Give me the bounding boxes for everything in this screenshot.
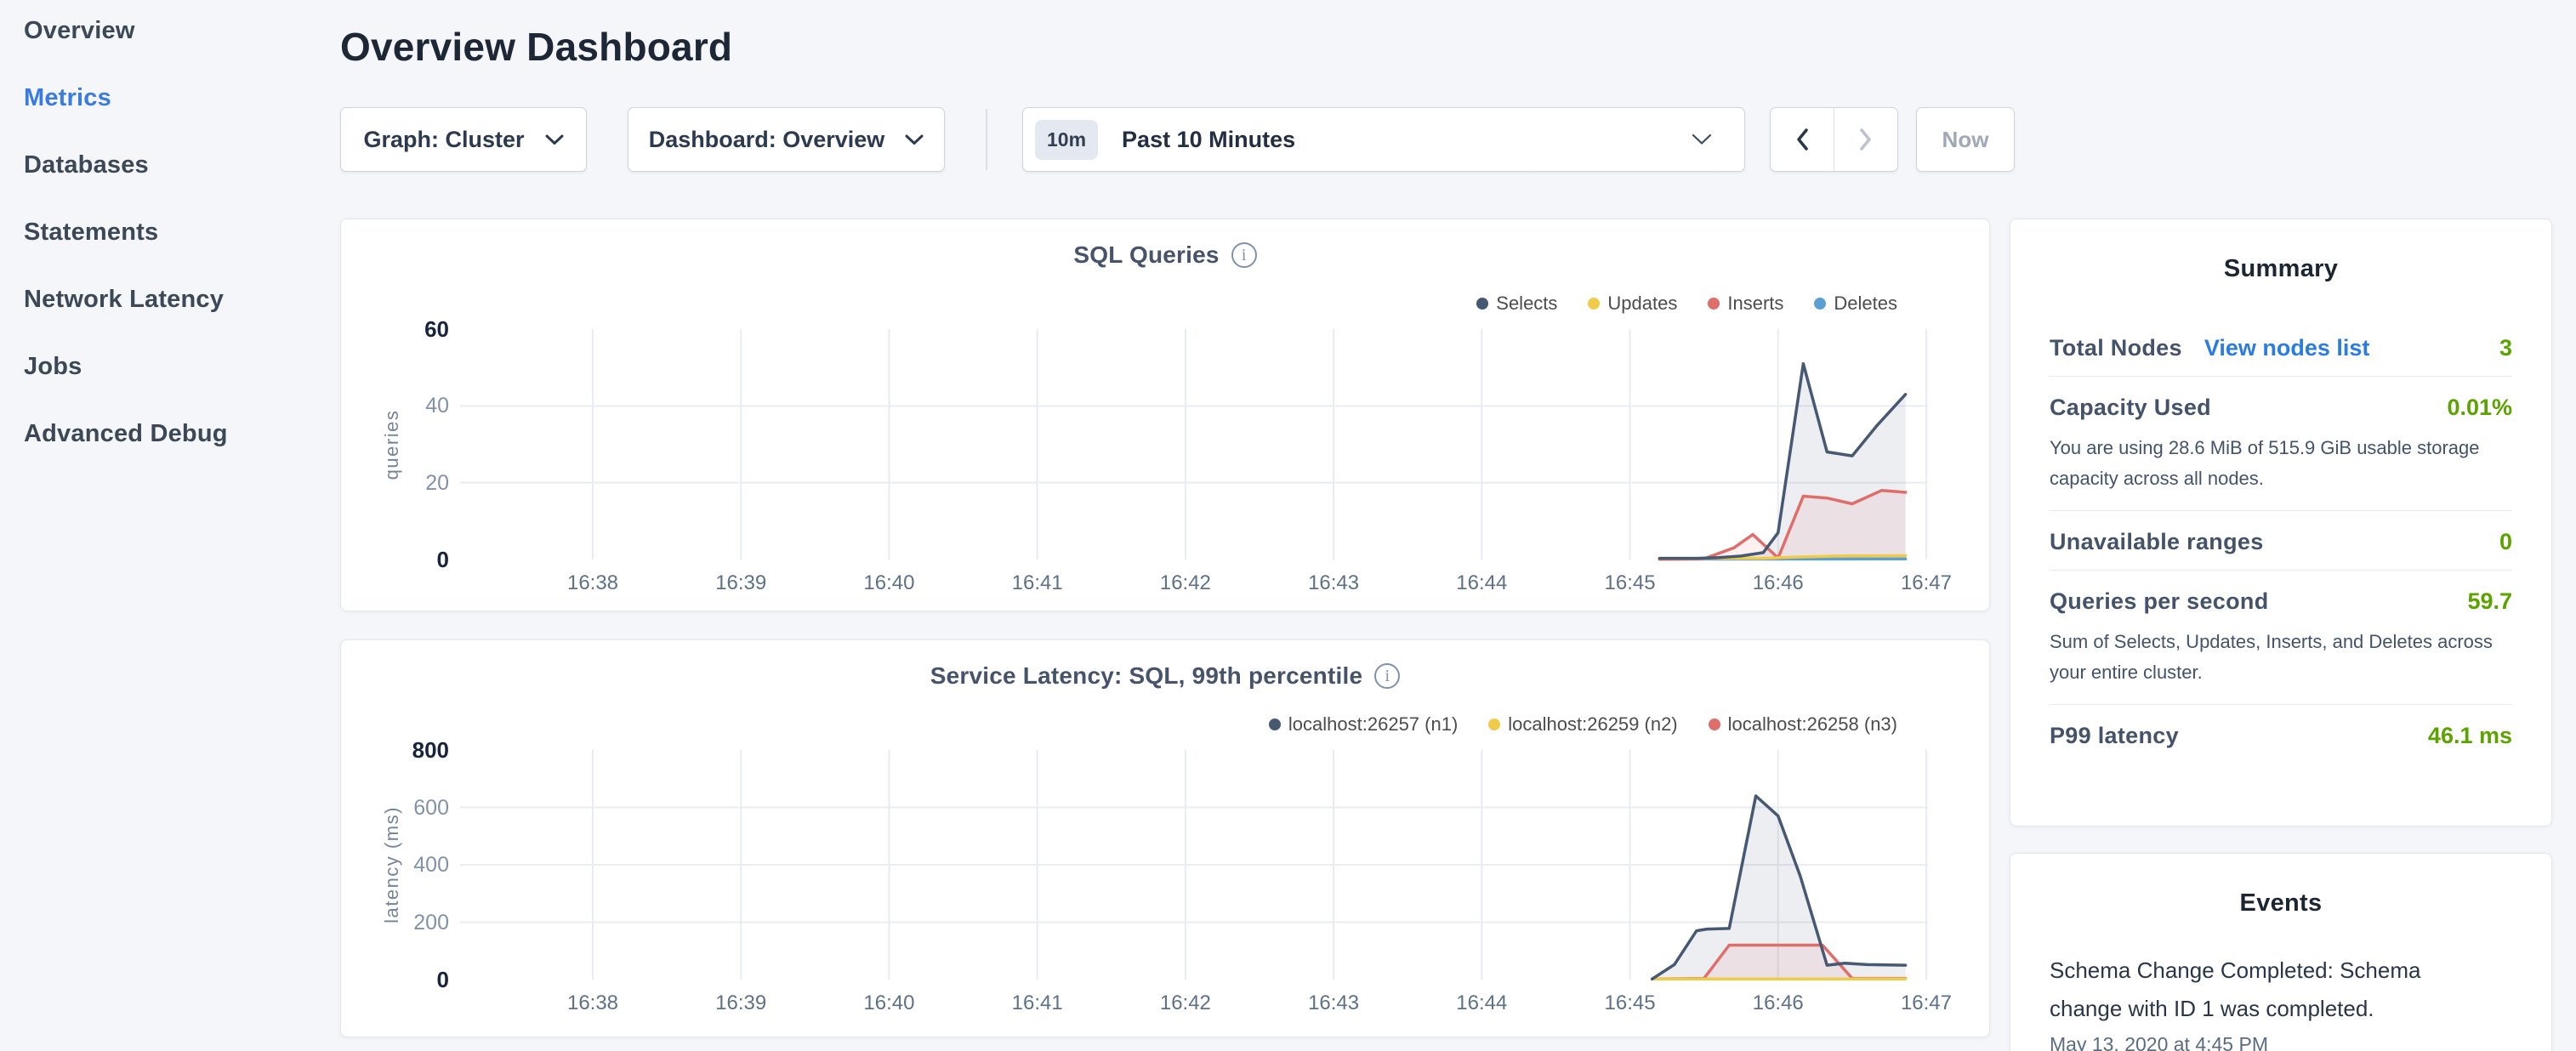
- app-root: Overview Metrics Databases Statements Networ…: [0, 0, 2576, 1051]
- time-range-label: Past 10 Minutes: [1122, 127, 1295, 153]
- dashboard-dropdown[interactable]: Dashboard: Overview: [628, 107, 945, 172]
- summary-value: 59.7: [2467, 588, 2512, 615]
- events-list: Schema Change Completed: Schema change w…: [2050, 952, 2512, 1051]
- chevron-down-icon: [545, 134, 564, 145]
- chart-card-0: SQL Queries SelectsUpdatesInsertsDeletes…: [340, 219, 1990, 611]
- graph-dropdown[interactable]: Graph: Cluster: [340, 107, 587, 172]
- chart-card-1: Service Latency: SQL, 99th percentile lo…: [340, 639, 1990, 1037]
- x-tick-label: 16:38: [519, 991, 667, 1015]
- x-tick-label: 16:47: [1852, 571, 2000, 595]
- dashboard-dropdown-label: Dashboard: Overview: [649, 127, 885, 153]
- summary-row: Unavailable ranges 0: [2050, 511, 2512, 571]
- chevron-left-icon: [1795, 128, 1809, 151]
- summary-desc: You are using 28.6 MiB of 515.9 GiB usab…: [2050, 433, 2512, 494]
- sidebar-item-overview[interactable]: Overview: [24, 17, 316, 44]
- x-tick-label: 16:44: [1407, 571, 1555, 595]
- x-tick-label: 16:42: [1112, 991, 1260, 1015]
- x-tick-label: 16:46: [1704, 991, 1852, 1015]
- prev-interval-button[interactable]: [1771, 108, 1834, 171]
- time-range-badge: 10m: [1035, 120, 1098, 160]
- summary-row-head: Capacity Used 0.01%: [2050, 395, 2512, 421]
- sidebar-item-network-latency[interactable]: Network Latency: [24, 286, 316, 313]
- x-tick-label: 16:42: [1112, 571, 1260, 595]
- y-tick-label: 60: [358, 315, 449, 343]
- x-tick-label: 16:40: [815, 991, 963, 1015]
- graph-dropdown-label: Graph: Cluster: [363, 127, 524, 153]
- chart-plot[interactable]: [341, 219, 1991, 612]
- chart-plot[interactable]: [341, 640, 1991, 1038]
- summary-value: 0: [2499, 529, 2512, 555]
- y-tick-label: 0: [358, 966, 449, 993]
- summary-row-head: Unavailable ranges 0: [2050, 529, 2512, 555]
- x-tick-label: 16:43: [1260, 991, 1407, 1015]
- summary-rows: Total Nodes View nodes list 3 Capacity Used…: [2050, 317, 2512, 764]
- x-tick-label: 16:39: [667, 991, 815, 1015]
- summary-label: Capacity Used: [2050, 395, 2211, 421]
- y-tick-label: 800: [358, 736, 449, 764]
- x-tick-label: 16:39: [667, 571, 815, 595]
- events-heading: Events: [2050, 889, 2512, 917]
- x-tick-label: 16:41: [964, 571, 1112, 595]
- summary-row-head: Total Nodes View nodes list 3: [2050, 335, 2512, 361]
- events-panel: Events Schema Change Completed: Schema c…: [2010, 853, 2552, 1051]
- summary-label: Total Nodes: [2050, 335, 2182, 361]
- now-button[interactable]: Now: [1916, 107, 2015, 172]
- summary-value: 46.1 ms: [2428, 723, 2512, 749]
- event-item[interactable]: Schema Change Completed: Schema change w…: [2050, 952, 2512, 1051]
- summary-row-head: P99 latency 46.1 ms: [2050, 723, 2512, 749]
- page-title: Overview Dashboard: [340, 24, 732, 70]
- y-axis-title: latency (ms): [379, 780, 405, 950]
- summary-label: P99 latency: [2050, 723, 2179, 749]
- summary-heading: Summary: [2050, 255, 2512, 283]
- chevron-right-icon: [1859, 128, 1873, 151]
- summary-row: Capacity Used 0.01% You are using 28.6 MiB…: [2050, 377, 2512, 511]
- sidebar-item-metrics[interactable]: Metrics: [24, 84, 316, 111]
- summary-row: Total Nodes View nodes list 3: [2050, 317, 2512, 377]
- time-pager: [1770, 107, 1898, 172]
- x-tick-label: 16:45: [1556, 991, 1704, 1015]
- chevron-down-icon: [1692, 134, 1712, 145]
- y-axis-title: queries: [379, 360, 405, 530]
- sidebar-item-jobs[interactable]: Jobs: [24, 353, 316, 380]
- chevron-down-icon: [905, 134, 924, 145]
- sidebar-item-statements[interactable]: Statements: [24, 219, 316, 246]
- x-tick-label: 16:40: [815, 571, 963, 595]
- x-tick-label: 16:43: [1260, 571, 1407, 595]
- next-interval-button[interactable]: [1834, 108, 1897, 171]
- x-tick-label: 16:44: [1407, 991, 1555, 1015]
- event-timestamp: May 13, 2020 at 4:45 PM: [2050, 1033, 2512, 1051]
- sidebar-item-advanced-debug[interactable]: Advanced Debug: [24, 420, 316, 447]
- sidebar: Overview Metrics Databases Statements Networ…: [0, 0, 316, 1051]
- time-range-selector[interactable]: 10m Past 10 Minutes: [1022, 107, 1745, 172]
- summary-row: Queries per second 59.7 Sum of Selects, Up…: [2050, 571, 2512, 705]
- summary-row-head: Queries per second 59.7: [2050, 588, 2512, 615]
- summary-label: Unavailable ranges: [2050, 529, 2264, 555]
- y-tick-label: 0: [358, 546, 449, 573]
- x-tick-label: 16:46: [1704, 571, 1852, 595]
- summary-value: 0.01%: [2447, 395, 2512, 421]
- summary-panel: Summary Total Nodes View nodes list 3 Capac…: [2010, 219, 2552, 827]
- x-tick-label: 16:45: [1556, 571, 1704, 595]
- x-tick-label: 16:41: [964, 991, 1112, 1015]
- summary-label: Queries per second: [2050, 588, 2269, 615]
- event-message: Schema Change Completed: Schema change w…: [2050, 952, 2449, 1028]
- x-tick-label: 16:38: [519, 571, 667, 595]
- summary-row: P99 latency 46.1 ms: [2050, 705, 2512, 764]
- controls-divider: [986, 109, 987, 170]
- sidebar-list: Overview Metrics Databases Statements Networ…: [0, 0, 316, 447]
- x-tick-label: 16:47: [1852, 991, 2000, 1015]
- summary-desc: Sum of Selects, Updates, Inserts, and De…: [2050, 627, 2512, 688]
- view-nodes-link[interactable]: View nodes list: [2204, 335, 2370, 361]
- sidebar-item-databases[interactable]: Databases: [24, 151, 316, 179]
- summary-value: 3: [2499, 335, 2512, 361]
